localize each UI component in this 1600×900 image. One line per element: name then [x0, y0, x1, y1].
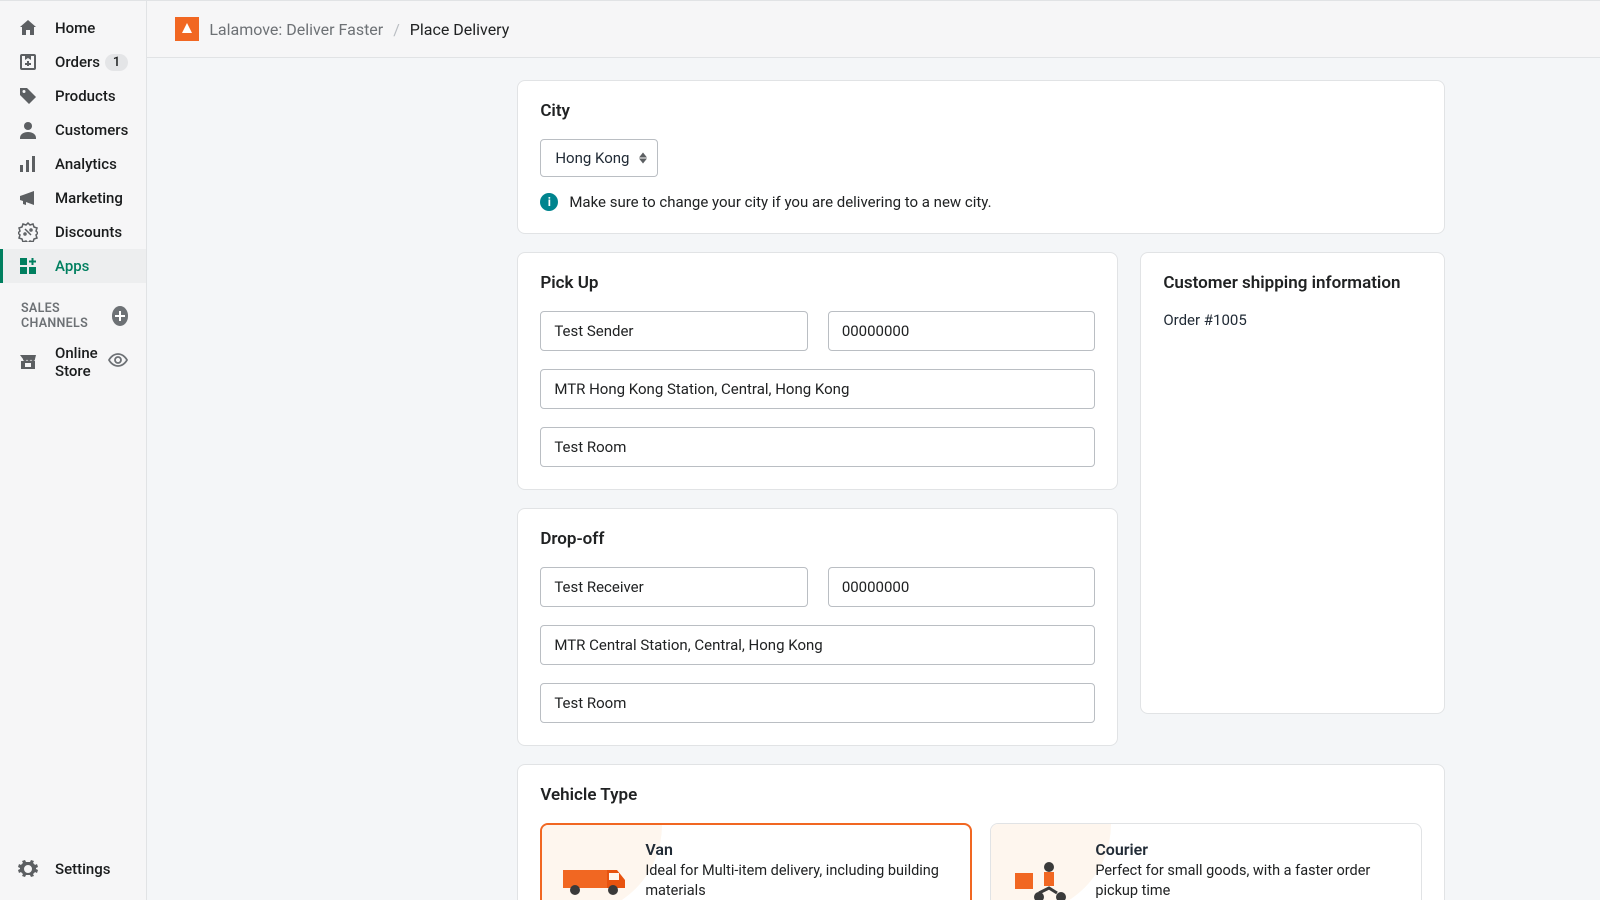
sales-channels-header: SALES CHANNELS — [0, 283, 146, 337]
dropoff-title: Drop-off — [540, 529, 1095, 549]
orders-badge: 1 — [105, 54, 128, 71]
city-card: City Hong Kong i Make sure to change you… — [517, 80, 1445, 234]
sidebar-item-products[interactable]: Products — [0, 79, 146, 113]
sidebar-item-label: Marketing — [55, 189, 123, 207]
vehicle-option-van[interactable]: Van Ideal for Multi-item delivery, inclu… — [540, 823, 972, 900]
topbar: Lalamove: Deliver Faster / Place Deliver… — [147, 1, 1600, 58]
sidebar-item-label: Settings — [55, 860, 111, 878]
pickup-detail-input[interactable] — [540, 427, 1095, 467]
analytics-icon — [18, 154, 38, 174]
sidebar-item-customers[interactable]: Customers — [0, 113, 146, 147]
orders-icon — [18, 52, 38, 72]
courier-icon — [1009, 850, 1079, 900]
home-icon — [18, 18, 38, 38]
dropoff-name-input[interactable] — [540, 567, 808, 607]
dropoff-detail-input[interactable] — [540, 683, 1095, 723]
sidebar-item-label: Analytics — [55, 155, 117, 173]
add-channel-button[interactable] — [112, 306, 129, 326]
megaphone-icon — [18, 188, 38, 208]
sidebar-nav: Home Orders 1 Products Customers — [0, 11, 146, 283]
vehicle-title: Vehicle Type — [540, 785, 1422, 805]
gear-icon — [18, 859, 38, 879]
channels-nav: Online Store — [0, 337, 146, 387]
tag-icon — [18, 86, 38, 106]
section-label-text: SALES CHANNELS — [21, 301, 112, 331]
sidebar-item-discounts[interactable]: Discounts — [0, 215, 146, 249]
city-select[interactable]: Hong Kong — [540, 139, 658, 177]
dropoff-phone-input[interactable] — [828, 567, 1096, 607]
pickup-title: Pick Up — [540, 273, 1095, 293]
channel-item-label: Online Store — [55, 344, 108, 380]
sidebar-item-label: Home — [55, 19, 95, 37]
vehicle-desc: Ideal for Multi-item delivery, including… — [645, 861, 953, 900]
sidebar-item-label: Apps — [55, 257, 89, 275]
info-icon: i — [540, 193, 558, 211]
vehicle-desc: Perfect for small goods, with a faster o… — [1095, 861, 1403, 900]
breadcrumb-current: Place Delivery — [410, 20, 510, 39]
sidebar-item-settings[interactable]: Settings — [0, 852, 146, 886]
channel-item-online-store[interactable]: Online Store — [0, 337, 146, 387]
pickup-phone-input[interactable] — [828, 311, 1096, 351]
main: Lalamove: Deliver Faster / Place Deliver… — [147, 1, 1600, 900]
sidebar-item-home[interactable]: Home — [0, 11, 146, 45]
breadcrumb-app[interactable]: Lalamove: Deliver Faster — [209, 20, 383, 39]
shipping-info-title: Customer shipping information — [1163, 273, 1422, 293]
shipping-info-card: Customer shipping information Order #100… — [1140, 252, 1445, 714]
sidebar-item-apps[interactable]: Apps — [0, 249, 146, 283]
sidebar: Home Orders 1 Products Customers — [0, 1, 147, 900]
person-icon — [18, 120, 38, 140]
breadcrumb-sep: / — [393, 20, 400, 39]
sidebar-item-marketing[interactable]: Marketing — [0, 181, 146, 215]
vehicle-option-courier[interactable]: Courier Perfect for small goods, with a … — [990, 823, 1422, 900]
eye-icon[interactable] — [108, 350, 128, 374]
dropoff-address-input[interactable] — [540, 625, 1095, 665]
vehicle-name: Courier — [1095, 840, 1403, 859]
order-number: Order #1005 — [1163, 311, 1422, 329]
vehicle-card: Vehicle Type Van Ideal for Multi-item de… — [517, 764, 1445, 900]
sidebar-item-label: Orders — [55, 53, 100, 71]
sidebar-item-analytics[interactable]: Analytics — [0, 147, 146, 181]
pickup-name-input[interactable] — [540, 311, 808, 351]
city-title: City — [540, 101, 1422, 121]
sidebar-item-label: Products — [55, 87, 116, 105]
discount-icon — [18, 222, 38, 242]
breadcrumb: Lalamove: Deliver Faster / Place Deliver… — [209, 20, 509, 39]
vehicle-name: Van — [645, 840, 953, 859]
city-select-value: Hong Kong — [555, 149, 629, 167]
apps-icon — [18, 256, 38, 276]
store-icon — [18, 352, 38, 372]
dropoff-card: Drop-off — [517, 508, 1118, 746]
sidebar-item-label: Discounts — [55, 223, 122, 241]
select-chevron-icon — [639, 153, 647, 164]
city-info-text: Make sure to change your city if you are… — [569, 193, 991, 211]
sidebar-item-orders[interactable]: Orders 1 — [0, 45, 146, 79]
sidebar-item-label: Customers — [55, 121, 128, 139]
pickup-card: Pick Up — [517, 252, 1118, 490]
van-icon — [559, 850, 629, 900]
lalamove-logo — [175, 17, 199, 41]
pickup-address-input[interactable] — [540, 369, 1095, 409]
